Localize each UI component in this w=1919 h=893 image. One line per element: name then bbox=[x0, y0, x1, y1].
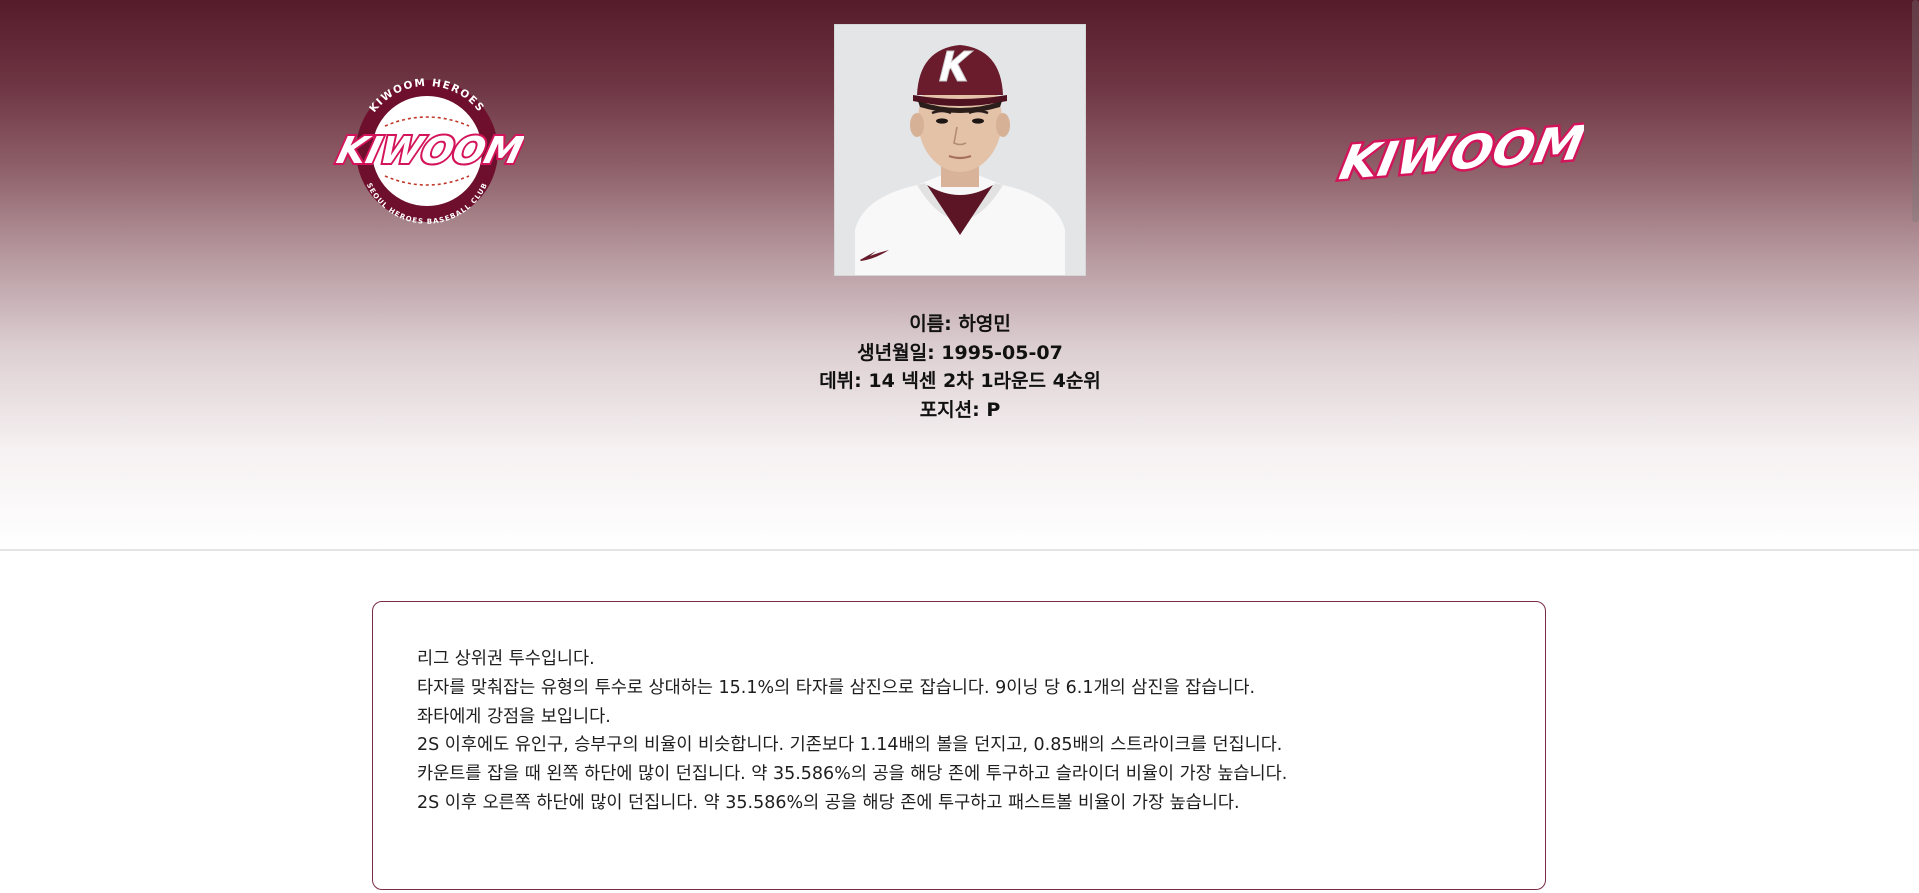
header-divider bbox=[0, 549, 1919, 551]
player-info: 이름: 하영민 생년월일: 1995-05-07 데뷔: 14 넥센 2차 1라… bbox=[760, 310, 1160, 424]
report-line: 좌타에게 강점을 보입니다. bbox=[417, 706, 611, 727]
report-line: 타자를 맞춰잡는 유형의 투수로 상대하는 15.1%의 타자를 삼진으로 잡습… bbox=[417, 677, 1256, 698]
scouting-report-card: 리그 상위권 투수입니다. 타자를 맞춰잡는 유형의 투수로 상대하는 15.1… bbox=[372, 601, 1546, 890]
report-line: 2S 이후 오른쪽 하단에 많이 던집니다. 약 35.586%의 공을 해당 … bbox=[417, 792, 1240, 813]
profile-header: KIWOOM HEROES SEOUL HEROES BASEBALL CLUB… bbox=[0, 0, 1919, 549]
emblem-wordmark: KIWOOM bbox=[333, 129, 524, 172]
player-debut: 데뷔: 14 넥센 2차 1라운드 4순위 bbox=[819, 370, 1101, 392]
player-position: 포지션: P bbox=[919, 398, 1001, 421]
player-photo-icon bbox=[834, 24, 1086, 276]
wordmark-text: KIWOOM bbox=[1335, 116, 1584, 189]
report-line: 리그 상위권 투수입니다. bbox=[417, 649, 595, 669]
player-profile-page: KIWOOM HEROES SEOUL HEROES BASEBALL CLUB… bbox=[0, 0, 1919, 893]
kiwoom-wordmark-icon: KIWOOM bbox=[1333, 113, 1592, 193]
report-line: 2S 이후에도 유인구, 승부구의 비율이 비슷합니다. 기존보다 1.14배의… bbox=[417, 735, 1283, 756]
player-birthdate: 생년월일: 1995-05-07 bbox=[857, 341, 1063, 364]
player-name: 이름: 하영민 bbox=[909, 313, 1011, 335]
report-line: 카운트를 잡을 때 왼쪽 하단에 많이 던집니다. 약 35.586%의 공을 … bbox=[417, 764, 1288, 785]
kiwoom-heroes-emblem-icon: KIWOOM HEROES SEOUL HEROES BASEBALL CLUB… bbox=[330, 77, 530, 226]
page-scrollbar[interactable] bbox=[1912, 0, 1919, 222]
scouting-report-text: 리그 상위권 투수입니다. 타자를 맞춰잡는 유형의 투수로 상대하는 15.1… bbox=[417, 645, 1507, 818]
